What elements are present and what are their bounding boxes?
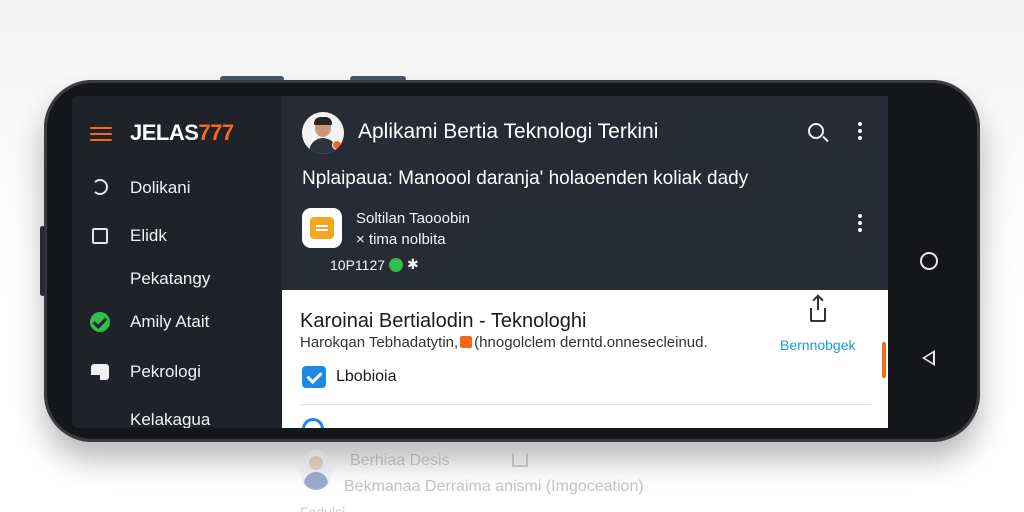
app-name: Soltilan Taooobin — [356, 210, 470, 227]
system-navigation-bar — [890, 96, 968, 428]
headline-text: Nplaipaua: Manoool daranja' holaoenden k… — [302, 168, 749, 189]
app-meta-suffix: ✱ — [407, 256, 419, 272]
share-icon[interactable] — [810, 296, 826, 322]
reflection-description: Bekmanaa Derraima anismi (Imgoceation) — [344, 478, 644, 495]
back-icon[interactable] — [922, 350, 935, 366]
reflection-title: Berhiaa Desis — [350, 452, 450, 469]
checkbox-label: Lbobioia — [336, 368, 397, 385]
search-icon[interactable] — [808, 123, 824, 139]
home-icon[interactable] — [920, 252, 938, 270]
reflection-extra: Fodulsi — [300, 504, 346, 512]
sidebar-item-label: Elidk — [130, 226, 167, 245]
sidebar-item-label: Amily Atait — [130, 312, 210, 331]
refresh-icon — [92, 179, 108, 195]
phone-screen: JELAS777 Dolikani Elidk Pekatangy Amily … — [72, 96, 888, 428]
share-link[interactable]: Bernnobgek — [780, 337, 856, 353]
app-meta-value: 10P1127 — [330, 256, 386, 273]
reflection-avatar — [300, 450, 332, 490]
navigation-drawer: JELAS777 Dolikani Elidk Pekatangy Amily … — [72, 96, 282, 428]
card-title: Karoinai Bertialodin - Teknologhi — [300, 310, 587, 332]
scroll-indicator — [882, 342, 886, 378]
sidebar-item-label: Dolikani — [130, 178, 191, 197]
app-meta: 10P1127 ✱ — [330, 256, 419, 273]
brand-name: JELAS — [130, 120, 199, 145]
app-header: Aplikami Bertia Teknologi Terkini Nplaip… — [282, 96, 888, 290]
card-description-part1: Harokqan Tebhadatytin, — [300, 334, 459, 351]
circle-icon — [302, 418, 324, 428]
sidebar-item-label: Pekrologi — [130, 362, 201, 381]
sidebar-item-kelakagua[interactable]: Kelakagua — [72, 402, 282, 428]
divider — [300, 404, 870, 405]
checkbox[interactable] — [302, 366, 326, 388]
reflection-share-icon — [512, 453, 528, 467]
sidebar-item-label: Pekatangy — [130, 269, 211, 288]
article-card[interactable]: Karoinai Bertialodin - Teknologhi Harokq… — [282, 290, 888, 428]
sidebar-item-amily-atait[interactable]: Amily Atait — [72, 304, 282, 340]
app-subtitle: × tima nolbita — [356, 231, 446, 248]
card-icon — [91, 364, 109, 380]
list-item[interactable] — [300, 418, 860, 428]
brand-number: 777 — [198, 120, 234, 145]
sidebar-item-label: Kelakagua — [130, 410, 211, 428]
menu-icon[interactable] — [90, 127, 112, 143]
badge-icon — [460, 336, 473, 348]
sidebar-item-pekatangy[interactable]: Pekatangy — [72, 261, 282, 297]
card-description-part2: (hnogolclem derntd.onnesecleinud. — [474, 334, 708, 351]
screen-reflection: Berhiaa Desis Bekmanaa Derraima anismi (… — [300, 446, 800, 512]
sidebar-item-pekrologi[interactable]: Pekrologi — [72, 354, 282, 390]
main-content: Aplikami Bertia Teknologi Terkini Nplaip… — [282, 96, 888, 428]
card-description: Harokqan Tebhadatytin, (hnogolclem derntd… — [300, 334, 770, 351]
page-title: Aplikami Bertia Teknologi Terkini — [358, 120, 659, 143]
sidebar-item-dolikani[interactable]: Dolikani — [72, 170, 282, 206]
sidebar-item-elidk[interactable]: Elidk — [72, 218, 282, 254]
notification-dot — [332, 140, 342, 150]
more-options-icon[interactable] — [858, 122, 862, 140]
brand-logo: JELAS777 — [130, 120, 234, 146]
app-icon[interactable] — [302, 208, 342, 248]
avatar[interactable] — [302, 112, 344, 154]
check-circle-icon — [90, 312, 110, 332]
item-more-options-icon[interactable] — [858, 214, 862, 232]
square-icon — [92, 228, 108, 244]
side-button — [40, 226, 45, 296]
status-dot-icon — [389, 257, 404, 272]
